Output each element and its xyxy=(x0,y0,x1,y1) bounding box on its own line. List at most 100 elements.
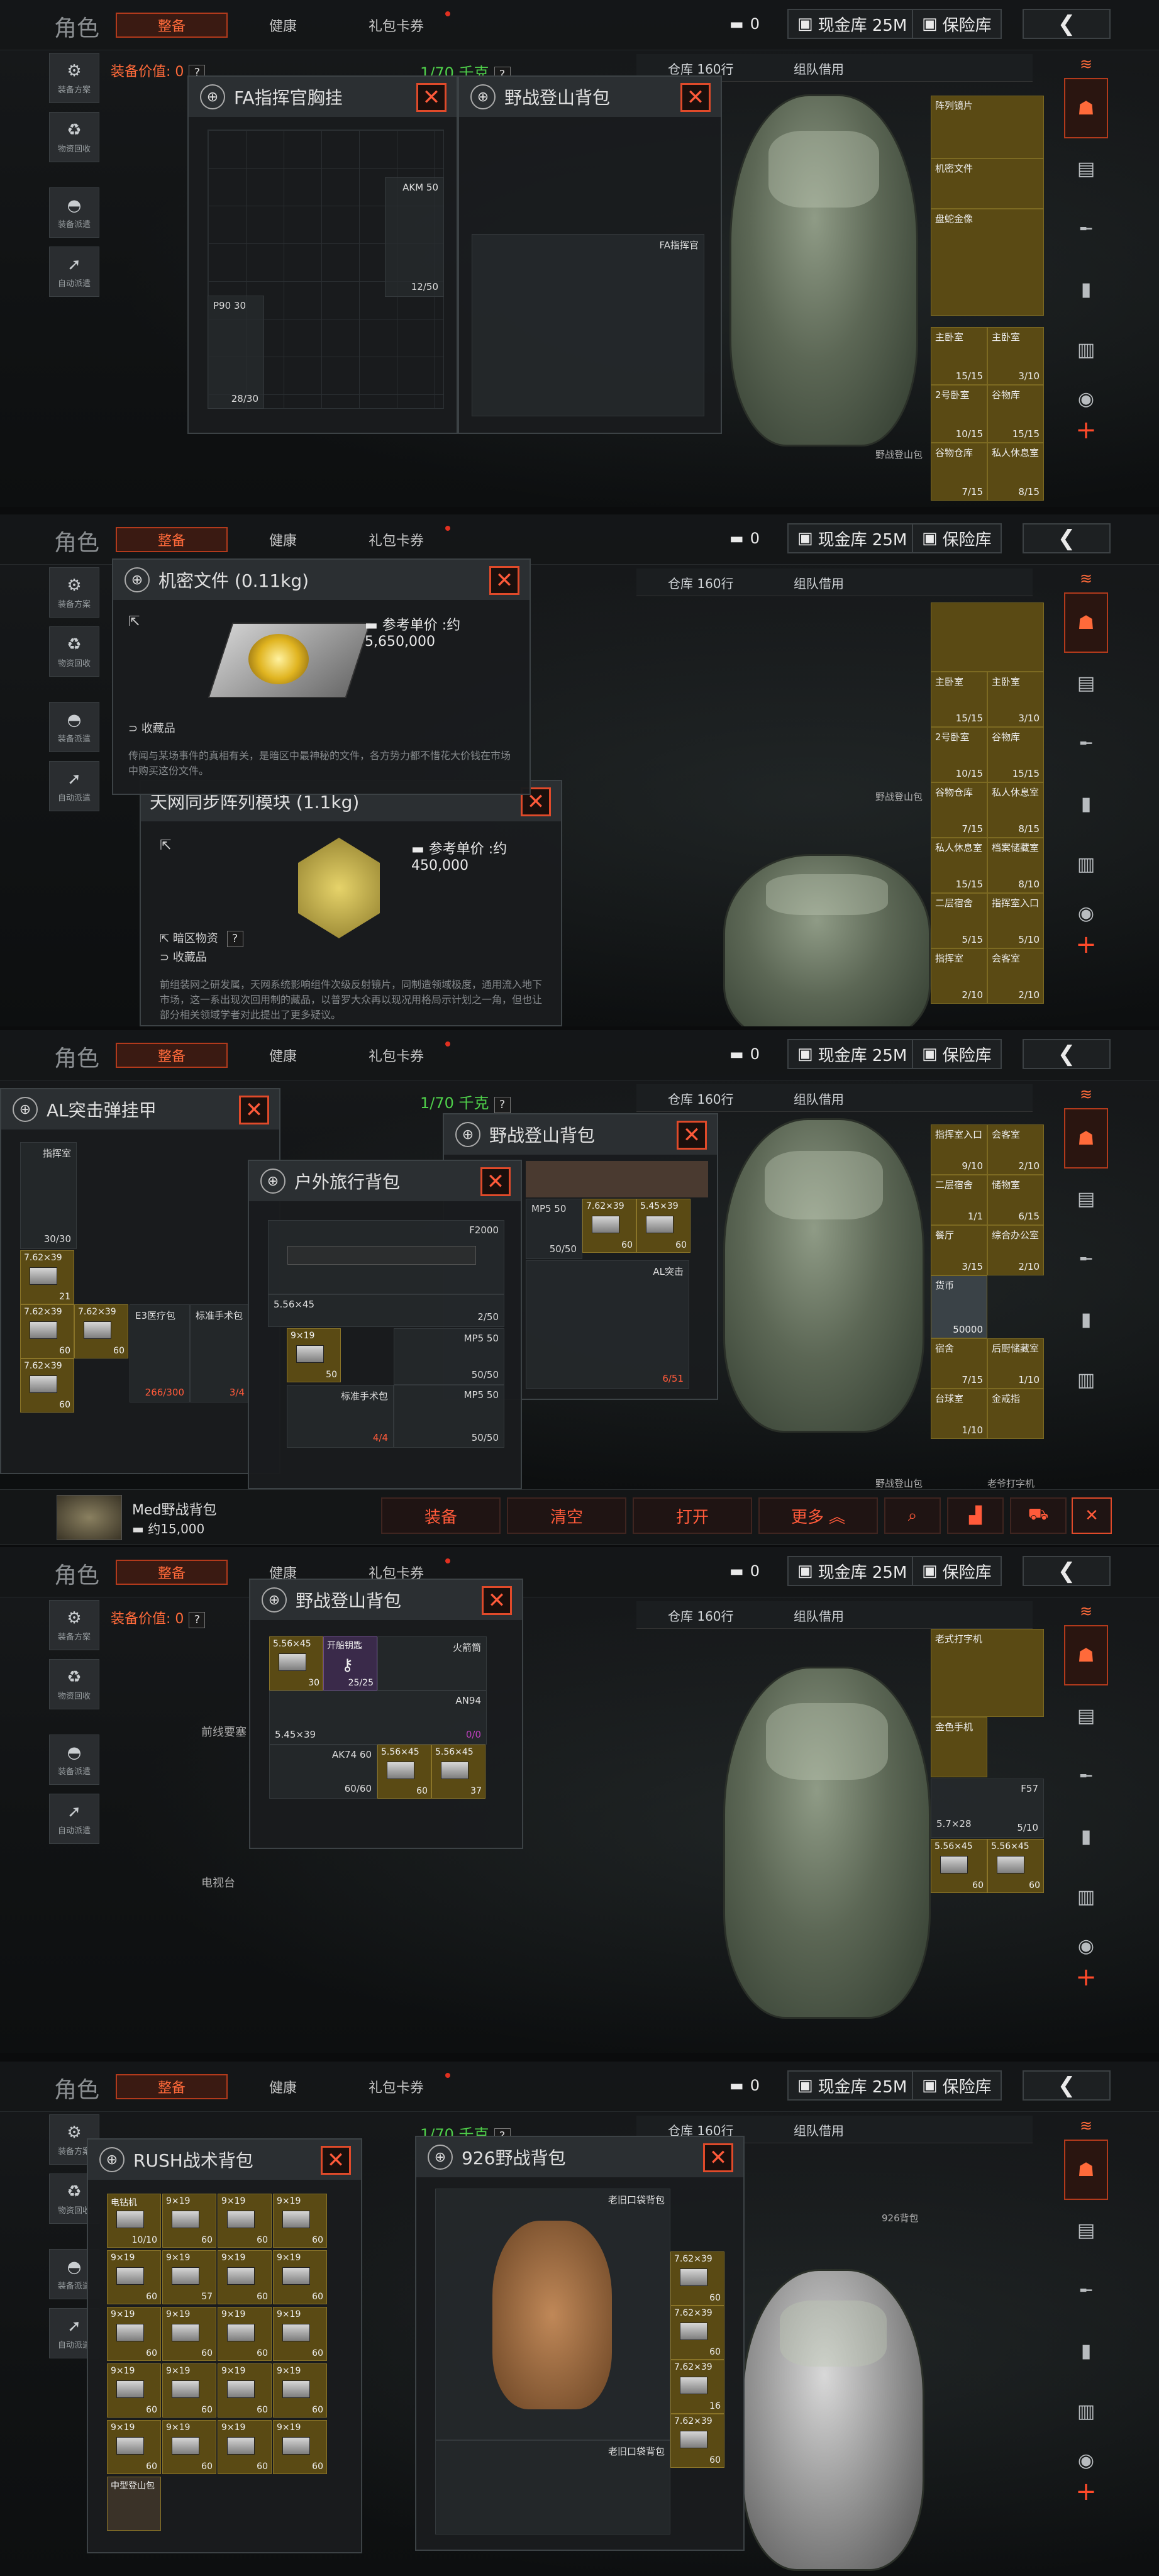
ammo-item[interactable]: 9×19 60 xyxy=(218,2420,272,2474)
stash-item[interactable]: 会客室 2/10 xyxy=(987,1124,1044,1175)
search-button[interactable]: ⌕ xyxy=(884,1497,941,1534)
tab-equip[interactable]: 整备 xyxy=(116,527,228,552)
surgery-kit-item[interactable]: 标准手术包 3/4 xyxy=(190,1304,250,1402)
close-button[interactable]: ✕ xyxy=(703,2143,733,2172)
rifle-icon[interactable]: ╾ xyxy=(1064,1746,1108,1806)
all-icon[interactable]: ≋ xyxy=(1064,2112,1108,2140)
plus-icon[interactable]: + xyxy=(1064,2477,1108,2506)
magazine-item[interactable]: MP5 50 50/50 xyxy=(526,1199,582,1259)
ammo-item[interactable]: 7.62×39 60 xyxy=(582,1199,636,1253)
ammo-item[interactable]: 7.62×39 60 xyxy=(20,1304,74,1358)
magazine-item[interactable]: 5.56×45 2/50 xyxy=(268,1294,504,1327)
rifle-icon[interactable]: ╾ xyxy=(1064,199,1108,259)
cash-vault-button[interactable]: ▣ 现金库 25M xyxy=(787,1556,918,1586)
tab-health[interactable]: 健康 xyxy=(252,13,314,38)
close-button[interactable]: ✕ xyxy=(416,83,446,112)
magazine-icon[interactable]: ▮ xyxy=(1064,1289,1108,1350)
share-icon[interactable]: ⇱ xyxy=(160,838,171,853)
ammo-item[interactable]: 7.62×39 60 xyxy=(670,2306,724,2360)
open-button[interactable]: 打开 xyxy=(633,1497,752,1534)
magazine-item[interactable]: AKM 50 12/50 xyxy=(385,177,444,297)
safe-button[interactable]: ▣ 保险库 xyxy=(912,1039,1002,1069)
stash-item[interactable]: 餐厅 3/15 xyxy=(931,1225,987,1275)
recycle-button[interactable]: ♻ 物资回收 xyxy=(49,1659,99,1709)
tab-gift[interactable]: 礼包卡券 xyxy=(352,13,440,38)
stash-item[interactable]: 金戒指 xyxy=(987,1389,1044,1439)
more-button[interactable]: 更多 ︽ xyxy=(758,1497,878,1534)
ammo-item[interactable]: 9×19 60 xyxy=(218,2363,272,2418)
close-button[interactable]: ✕ xyxy=(680,83,711,112)
help-icon[interactable]: ? xyxy=(226,931,243,947)
stash-item[interactable]: 指挥室 2/10 xyxy=(931,948,987,1004)
recycle-button[interactable]: ♻ 物资回收 xyxy=(49,626,99,677)
helmet-icon[interactable]: ☗ xyxy=(1064,1625,1108,1685)
back-button[interactable]: ❮ xyxy=(1023,2070,1111,2101)
all-icon[interactable]: ≋ xyxy=(1064,1080,1108,1108)
backpack-item[interactable]: 老旧口袋背包 xyxy=(435,2440,670,2534)
tab-equip[interactable]: 整备 xyxy=(116,1043,228,1068)
pistol-item[interactable]: F57 5.7×28 5/10 xyxy=(931,1779,1044,1838)
ammo-item[interactable]: 9×19 60 xyxy=(162,2307,216,2361)
tool-item[interactable]: 电钻机 10/10 xyxy=(107,2194,161,2248)
safe-button[interactable]: ▣ 保险库 xyxy=(912,1556,1002,1586)
stash-item[interactable]: 2号卧室 10/15 xyxy=(931,385,987,443)
tab-team-borrow[interactable]: 组队借用 xyxy=(794,574,844,592)
ammo-item[interactable]: 7.62×39 21 xyxy=(20,1250,74,1304)
close-button[interactable]: ✕ xyxy=(1072,1497,1112,1534)
share-icon[interactable]: ⇱ xyxy=(128,614,140,630)
rifle-icon[interactable]: ╾ xyxy=(1064,713,1108,774)
helmet-icon[interactable]: ☗ xyxy=(1064,592,1108,653)
key-item[interactable]: 开船钥匙 ⚷ 25/25 xyxy=(323,1636,377,1690)
back-button[interactable]: ❮ xyxy=(1023,523,1111,553)
magazine-icon[interactable]: ▮ xyxy=(1064,774,1108,834)
back-button[interactable]: ❮ xyxy=(1023,9,1111,39)
rifle-item[interactable]: AN94 5.45×39 0/0 xyxy=(269,1690,487,1745)
stash-item[interactable] xyxy=(931,602,1044,672)
ammo-item[interactable]: 9×19 60 xyxy=(273,2420,327,2474)
ammo-item[interactable]: 9×19 60 xyxy=(107,2420,161,2474)
backpack-item[interactable]: 中型登山包 xyxy=(107,2477,161,2531)
auto-dispatch-button[interactable]: ➚ 自动派遣 xyxy=(49,1794,99,1844)
launcher-item[interactable]: 火箭筒 xyxy=(377,1636,487,1690)
close-button[interactable]: ✕ xyxy=(321,2146,351,2175)
stash-item[interactable]: 私人休息室 8/15 xyxy=(987,782,1044,838)
stash-item[interactable]: 谷物库 15/15 xyxy=(987,727,1044,782)
dispatch-button[interactable]: ◓ 装备派遣 xyxy=(49,187,99,238)
armor-icon[interactable]: ▤ xyxy=(1064,653,1108,713)
tab-warehouse[interactable]: 仓库 160行 xyxy=(668,574,734,592)
stash-item[interactable]: 宿舍 7/15 xyxy=(931,1338,987,1389)
ammo-item[interactable]: 7.62×39 60 xyxy=(74,1304,128,1358)
ammo-item[interactable]: 5.56×45 30 xyxy=(269,1636,323,1690)
bag-icon[interactable]: ◉ xyxy=(1064,2441,1108,2479)
auto-dispatch-button[interactable]: ➚ 自动派遣 xyxy=(49,247,99,297)
surgery-kit-item[interactable]: 标准手术包 4/4 xyxy=(287,1385,394,1448)
all-icon[interactable]: ≋ xyxy=(1064,50,1108,78)
armor-icon[interactable]: ▤ xyxy=(1064,138,1108,199)
all-icon[interactable]: ≋ xyxy=(1064,1597,1108,1625)
plus-icon[interactable]: + xyxy=(1064,1963,1108,1992)
dispatch-button[interactable]: ◓ 装备派遣 xyxy=(49,702,99,752)
stash-item[interactable]: 主卧室 3/10 xyxy=(987,672,1044,727)
vest-icon[interactable]: ▥ xyxy=(1064,834,1108,894)
stash-item[interactable]: 主卧室 15/15 xyxy=(931,672,987,727)
ammo-item[interactable]: 9×19 60 xyxy=(273,2363,327,2418)
ammo-item[interactable]: 9×19 60 xyxy=(107,2307,161,2361)
stash-item[interactable]: 谷物仓库 7/15 xyxy=(931,443,987,501)
back-button[interactable]: ❮ xyxy=(1023,1556,1111,1586)
cash-vault-button[interactable]: ▣ 现金库 25M xyxy=(787,2070,918,2101)
helmet-icon[interactable]: ☗ xyxy=(1064,1108,1108,1169)
vest-icon[interactable]: ▥ xyxy=(1064,1350,1108,1410)
all-icon[interactable]: ≋ xyxy=(1064,565,1108,592)
loadout-plan-button[interactable]: ⚙ 装备方案 xyxy=(49,1600,99,1650)
ammo-item[interactable]: 9×19 60 xyxy=(218,2307,272,2361)
tab-team-borrow[interactable]: 组队借用 xyxy=(794,59,844,77)
helmet-icon[interactable]: ☗ xyxy=(1064,78,1108,138)
vest-icon[interactable]: ▥ xyxy=(1064,319,1108,380)
stash-item[interactable]: 谷物库 15/15 xyxy=(987,385,1044,443)
ammo-item[interactable]: 9×19 60 xyxy=(218,2194,272,2248)
help-icon[interactable]: ? xyxy=(494,1097,511,1113)
ammo-item[interactable]: 9×19 50 xyxy=(287,1328,341,1382)
tab-team-borrow[interactable]: 组队借用 xyxy=(794,1606,844,1624)
ammo-item[interactable]: 7.62×39 16 xyxy=(670,2360,724,2414)
sell-button[interactable]: ⛟ xyxy=(1010,1497,1067,1534)
